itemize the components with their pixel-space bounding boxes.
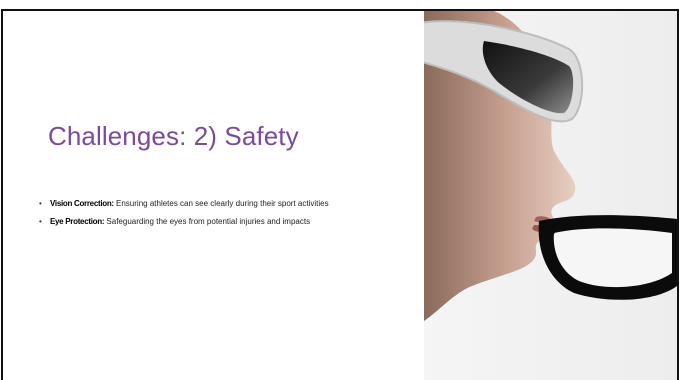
bullet-item-eye-protection: • Eye Protection: Safeguarding the eyes … <box>39 215 394 228</box>
bullet-icon: • <box>39 217 42 226</box>
woman-with-glasses-illustration <box>424 11 677 380</box>
bullet-item-vision-correction: • Vision Correction: Ensuring athletes c… <box>39 197 394 210</box>
bullet-text: Safeguarding the eyes from potential inj… <box>104 217 311 226</box>
eyewear-photo <box>424 11 677 380</box>
bullet-term: Vision Correction: <box>50 199 114 208</box>
slide: Challenges: 2) Safety • Vision Correctio… <box>1 9 679 380</box>
bullet-icon: • <box>39 199 42 208</box>
slide-title: Challenges: 2) Safety <box>48 121 299 151</box>
bullet-list: • Vision Correction: Ensuring athletes c… <box>39 197 394 233</box>
bullet-term: Eye Protection: <box>50 217 105 226</box>
bullet-text: Ensuring athletes can see clearly during… <box>113 199 329 208</box>
